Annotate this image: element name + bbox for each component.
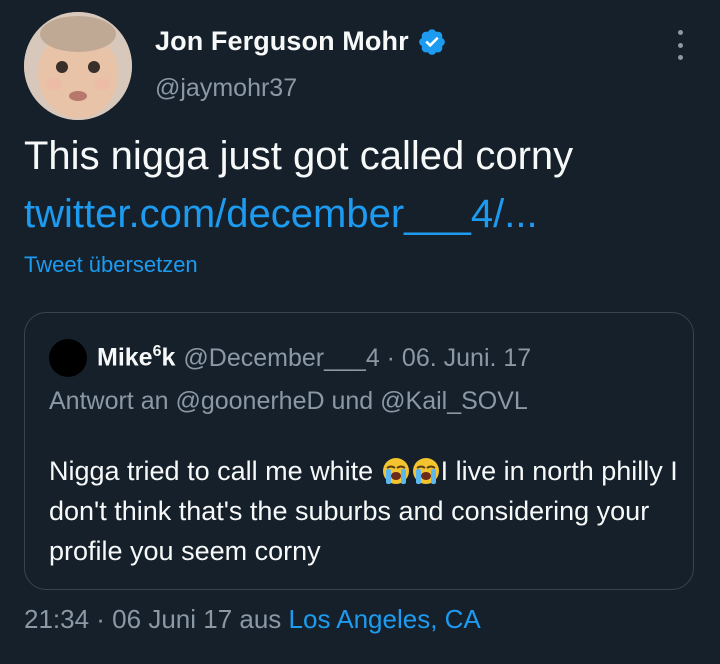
quoted-handle-date: @December___4 · 06. Juni. 17 — [183, 343, 532, 372]
quoted-tweet-text: Nigga tried to call me white I live in n… — [49, 456, 678, 566]
loudly-crying-face-icon — [382, 458, 409, 484]
author-avatar[interactable] — [24, 12, 132, 120]
quoted-author-name[interactable]: Mike6k — [97, 343, 175, 372]
tweet-link[interactable]: twitter.com/december___4/... — [24, 186, 538, 242]
tweet-meta: 21:34 · 06 Juni 17 aus Los Angeles, CA — [24, 604, 481, 635]
more-options-icon[interactable] — [666, 30, 694, 60]
quoted-tweet-card[interactable]: Mike6k @December___4 · 06. Juni. 17 Antw… — [24, 312, 694, 590]
tweet-text: This nigga just got called corny — [24, 134, 574, 178]
verified-badge-icon — [418, 28, 445, 55]
author-handle[interactable]: @jaymohr37 — [155, 74, 297, 103]
quoted-author-avatar[interactable] — [49, 339, 87, 377]
loudly-crying-face-icon — [412, 458, 439, 484]
author-display-name[interactable]: Jon Ferguson Mohr — [155, 26, 409, 57]
quoted-reply-to: Antwort an @goonerheD und @Kail_SOVL — [49, 387, 528, 415]
translate-tweet-link[interactable]: Tweet übersetzen — [24, 252, 198, 278]
baby-photo — [24, 12, 132, 120]
author-name-row: Jon Ferguson Mohr — [155, 26, 447, 57]
tweet-location[interactable]: Los Angeles, CA — [289, 604, 481, 634]
tweet-timestamp[interactable]: 21:34 · 06 Juni 17 aus — [24, 604, 289, 634]
quoted-tweet-header: Mike6k @December___4 · 06. Juni. 17 — [49, 339, 531, 377]
